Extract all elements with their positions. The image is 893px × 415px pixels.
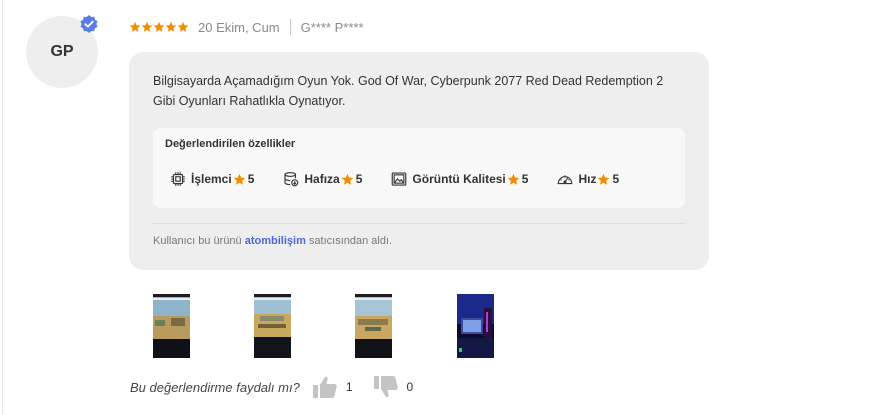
feature-list: İşlemci 5 Hafıza 5 Görüntü Kalitesi 5 Hı… [169,170,647,188]
star-icon [129,21,141,32]
feature-score: 5 [521,172,529,186]
features-title: Değerlendirilen özellikler [165,138,296,150]
divider [153,223,685,224]
reviewer-name: G**** P**** [300,19,364,35]
dislike-button[interactable]: 0 [373,375,414,399]
review-photo-image [457,294,494,358]
feature-item-image-quality: Görüntü Kalitesi 5 [390,170,528,188]
review-photo-4[interactable] [457,294,494,358]
review-photo-image [254,294,291,358]
seller-info: Kullanıcı bu ürünü atombilişim satıcısın… [153,235,392,247]
feature-item-cpu: İşlemci 5 [169,170,254,188]
feature-label: İşlemci [191,172,232,186]
feature-score: 5 [355,172,363,186]
helpful-question: Bu değerlendirme faydalı mı? [130,379,300,395]
star-icon [141,21,153,32]
star-icon [153,21,165,32]
thumbs-up-icon [312,376,337,398]
seller-prefix: Kullanıcı bu ürünü [153,235,242,247]
review-photo-1[interactable] [153,294,190,358]
meta-divider [289,19,291,35]
review-photo-image [153,294,190,358]
feature-label: Hafıza [304,172,340,186]
image-quality-icon [392,172,407,186]
feature-label: Görüntü Kalitesi [412,172,506,186]
star-icon [233,173,245,185]
evaluated-features: Değerlendirilen özellikler İşlemci 5 Haf… [153,128,685,208]
star-icon [177,21,189,32]
speedometer-icon [558,175,573,185]
memory-icon [284,172,299,187]
rating-stars [129,21,189,33]
seller-suffix: satıcısından aldı. [308,235,393,247]
review-photo-image [355,294,392,358]
dislike-count: 0 [406,380,414,394]
review-photo-3[interactable] [355,294,392,358]
feature-item-memory: Hafıza 5 [282,170,362,188]
review-text: Bilgisayarda Açamadığım Oyun Yok. God Of… [153,74,664,108]
like-count: 1 [345,380,353,394]
star-icon [165,21,177,32]
cpu-icon [171,172,185,186]
review-date: 20 Ekim, Cum [198,19,280,35]
verified-badge-icon [80,15,98,33]
seller-link[interactable]: atombilişim [245,235,306,247]
feature-item-speed: Hız 5 [556,170,619,188]
feature-label: Hız [578,172,597,186]
thumbs-down-icon [373,376,398,398]
review-photo-2[interactable] [254,294,291,358]
helpful-section: Bu değerlendirme faydalı mı? 1 0 [130,376,433,398]
review-meta: 20 Ekim, Cum G**** P**** [129,17,364,37]
star-icon [341,173,354,185]
feature-score: 5 [612,172,620,186]
review-bubble: Bilgisayarda Açamadığım Oyun Yok. God Of… [129,52,709,270]
star-icon [598,173,610,185]
like-button[interactable]: 1 [312,375,353,399]
left-border [2,0,3,415]
star-icon [507,173,520,185]
feature-score: 5 [247,172,255,186]
avatar-initials: GP [50,43,74,60]
